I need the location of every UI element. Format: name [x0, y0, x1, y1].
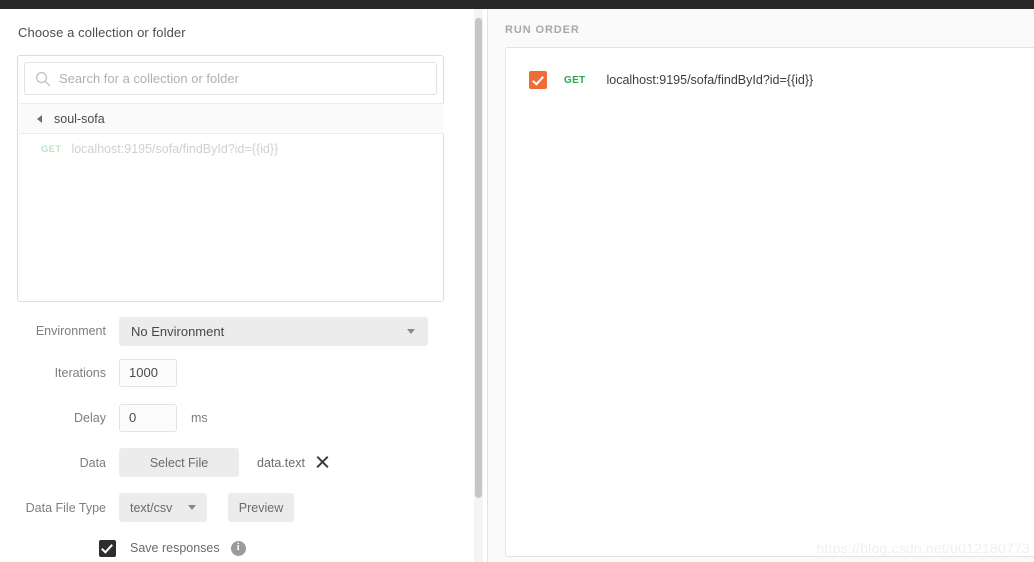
page-title: Choose a collection or folder	[18, 25, 186, 40]
iterations-input[interactable]	[119, 358, 177, 387]
request-method-label: GET	[41, 143, 62, 155]
data-file-row: Data Select File data.text	[0, 440, 470, 485]
close-icon[interactable]	[315, 455, 330, 470]
request-url-label: localhost:9195/sofa/findById?id={{id}}	[71, 142, 279, 156]
save-responses-row: Save responses i	[0, 530, 470, 562]
left-panel: Choose a collection or folder soul-sofa …	[0, 9, 487, 562]
save-responses-checkbox[interactable]	[99, 539, 116, 557]
search-input[interactable]	[59, 68, 436, 89]
data-file-type-label: Data File Type	[25, 500, 106, 515]
run-order-item[interactable]: GET localhost:9195/sofa/findById?id={{id…	[506, 64, 1034, 96]
environment-label: Environment	[35, 324, 106, 338]
collection-folder-row[interactable]: soul-sofa	[19, 103, 444, 134]
environment-select[interactable]: No Environment	[119, 316, 428, 346]
info-icon[interactable]: i	[230, 540, 246, 556]
selected-file-name: data.text	[257, 455, 305, 470]
data-file-type-value: text/csv	[130, 500, 173, 515]
search-icon	[36, 71, 51, 86]
select-file-button[interactable]: Select File	[119, 448, 239, 477]
delay-row: Delay ms	[0, 395, 470, 440]
runner-settings-form: Environment No Environment Iterations De…	[0, 312, 470, 562]
runner-window: Choose a collection or folder soul-sofa …	[0, 0, 1034, 562]
data-label: Data	[79, 455, 106, 470]
caret-left-icon[interactable]	[37, 114, 42, 123]
iterations-label: Iterations	[54, 365, 106, 380]
window-chrome-bar	[0, 0, 1034, 9]
right-panel: RUN ORDER GET localhost:9195/sofa/findBy…	[488, 9, 1034, 562]
iterations-row: Iterations	[0, 350, 470, 395]
collection-folder-name: soul-sofa	[54, 111, 105, 126]
environment-selected-value: No Environment	[131, 323, 225, 339]
run-order-list: GET localhost:9195/sofa/findById?id={{id…	[505, 47, 1034, 557]
data-file-type-select[interactable]: text/csv	[119, 493, 207, 522]
delay-unit-label: ms	[191, 410, 208, 425]
collection-chooser: soul-sofa GET localhost:9195/sofa/findBy…	[17, 55, 444, 302]
collection-request-row[interactable]: GET localhost:9195/sofa/findById?id={{id…	[19, 135, 444, 163]
preview-button[interactable]: Preview	[228, 493, 294, 522]
left-pane-scrollbar-thumb[interactable]	[475, 18, 482, 498]
chevron-down-icon	[407, 328, 415, 334]
run-order-item-method: GET	[564, 74, 586, 86]
delay-input[interactable]	[119, 403, 177, 432]
save-responses-label: Save responses	[130, 541, 220, 555]
run-order-item-url: localhost:9195/sofa/findById?id={{id}}	[606, 73, 814, 87]
chevron-down-icon	[188, 505, 196, 510]
environment-row: Environment No Environment	[0, 312, 470, 350]
delay-label: Delay	[74, 410, 106, 425]
run-order-title: RUN ORDER	[505, 24, 580, 36]
data-file-type-row: Data File Type text/csv Preview	[0, 485, 470, 530]
run-order-item-checkbox[interactable]	[529, 71, 547, 89]
search-box[interactable]	[24, 62, 437, 95]
